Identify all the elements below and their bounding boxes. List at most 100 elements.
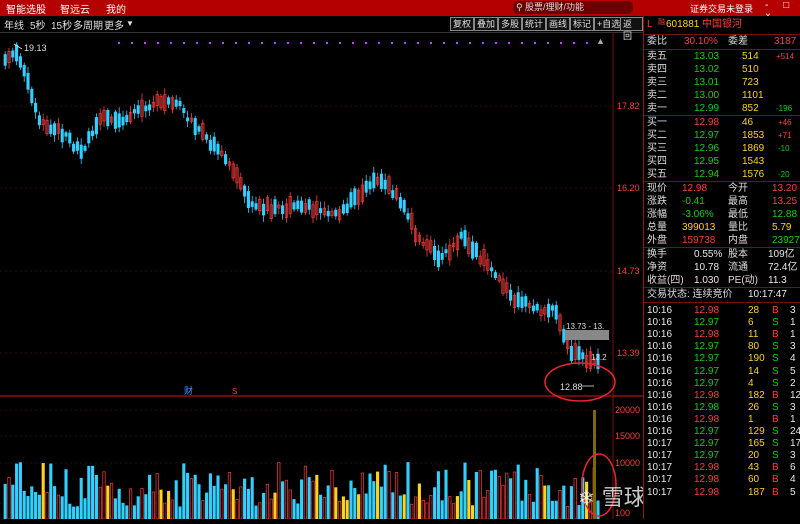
volume-bar — [569, 486, 573, 520]
quote-panel: L 融 601881 中国银河 委比 30.10% 委差 3187 卖五 13.… — [643, 16, 800, 519]
volume-bar — [53, 486, 57, 520]
financial-report-marker[interactable]: 财 — [184, 385, 193, 397]
candle — [391, 190, 395, 198]
tab-more[interactable]: 更多 — [104, 17, 124, 32]
volume-bar — [193, 474, 197, 520]
tick-row[interactable]: 10:16 12.98 28 B 3 — [644, 305, 800, 317]
tick-row[interactable]: 10:16 12.97 80 S 3 — [644, 341, 800, 353]
candle — [459, 231, 463, 239]
volume-bar — [277, 462, 281, 520]
volume-bar — [87, 465, 91, 520]
bid-level-row[interactable]: 买一 12.98 46 +46 — [644, 117, 800, 129]
ask-level-row[interactable]: 卖二 13.00 1101 — [644, 90, 800, 102]
range-box — [565, 330, 609, 340]
tick-row[interactable]: 10:17 12.98 60 B 4 — [644, 474, 800, 486]
menu-smart-stock[interactable]: 智能选股 — [6, 1, 46, 16]
ask-level-row[interactable]: 卖四 13.02 510 — [644, 64, 800, 76]
volume-bar — [550, 500, 554, 520]
tick-row[interactable]: 10:16 12.97 190 S 4 — [644, 353, 800, 365]
candle — [193, 118, 197, 136]
tab-5s[interactable]: 5秒 — [30, 17, 46, 32]
candle — [94, 117, 98, 135]
event-dot — [183, 42, 185, 44]
volume-bar — [566, 505, 570, 520]
range-label-2: 13.2 — [591, 353, 607, 362]
candle — [433, 245, 437, 260]
volume-bar — [364, 493, 368, 520]
volume-bar — [235, 498, 239, 520]
scroll-up-icon[interactable]: ▲ — [596, 36, 605, 46]
tick-row[interactable]: 10:16 12.98 26 S 3 — [644, 402, 800, 414]
search-input[interactable]: ⚲ 股票/理财/功能 — [513, 1, 633, 14]
bid-level-row[interactable]: 买二 12.97 1853 +71 — [644, 130, 800, 142]
fundamental-row[interactable]: 换手 0.55% 股本 109亿 — [644, 249, 800, 261]
tick-row[interactable]: 10:16 12.97 14 S 5 — [644, 366, 800, 378]
tick-row[interactable]: 10:16 12.98 182 B 12 — [644, 390, 800, 402]
statistics-button[interactable]: 统计 — [522, 17, 547, 31]
bid-level-row[interactable]: 买五 12.94 1576 -20 — [644, 169, 800, 181]
trade-login-status[interactable]: 证券交易未登录 — [690, 2, 753, 15]
draw-line-button[interactable]: 画线 — [546, 17, 571, 31]
volume-bar — [208, 473, 212, 520]
ask-level-row[interactable]: 卖三 13.01 723 — [644, 77, 800, 89]
tick-row[interactable]: 10:17 12.97 165 S 17 — [644, 438, 800, 450]
stat-row[interactable]: 外盘 159738 内盘 239275 — [644, 235, 800, 247]
mark-button[interactable]: 标记 — [570, 17, 595, 31]
tick-row[interactable]: 10:16 12.98 11 B 1 — [644, 329, 800, 341]
back-button[interactable]: 返回 — [620, 17, 643, 41]
tab-multi-period[interactable]: 多周期 — [73, 17, 103, 32]
volume-bar — [433, 487, 437, 520]
kline-chart-area[interactable]: 17.82 16.20 14.73 13.39 20000 15000 1000… — [0, 33, 643, 520]
tick-row[interactable]: 10:17 12.98 43 B 6 — [644, 462, 800, 474]
candle — [68, 132, 72, 144]
candle — [463, 230, 467, 247]
tab-year-line[interactable]: 年线 — [4, 17, 24, 32]
volume-bar — [37, 494, 41, 520]
menu-zhiyuan-cloud[interactable]: 智远云 — [60, 1, 90, 16]
tick-row[interactable]: 10:17 12.97 20 S 3 — [644, 450, 800, 462]
more-chevron-icon[interactable]: ▼ — [126, 19, 134, 28]
candle — [326, 210, 330, 217]
event-dot — [248, 42, 250, 44]
stat-row[interactable]: 总量 399013 量比 5.79 — [644, 222, 800, 234]
volume-axis-label: 10000 — [615, 458, 640, 468]
volume-bar — [159, 489, 163, 520]
overlay-button[interactable]: 叠加 — [474, 17, 499, 31]
multi-stock-button[interactable]: 多股 — [498, 17, 523, 31]
adjust-button[interactable]: 复权 — [450, 17, 475, 31]
tick-row[interactable]: 10:16 12.97 4 S 2 — [644, 378, 800, 390]
stat-row[interactable]: 现价 12.98 今开 13.20 — [644, 183, 800, 195]
tick-row[interactable]: 10:16 12.97 6 S 1 — [644, 317, 800, 329]
candle — [22, 64, 26, 77]
volume-bar — [72, 506, 76, 520]
bid-level-row[interactable]: 买三 12.96 1869 -10 — [644, 143, 800, 155]
ask-level-row[interactable]: 卖五 13.03 514 +514 — [644, 51, 800, 63]
candle — [205, 134, 209, 140]
kline-chart[interactable]: 17.82 16.20 14.73 13.39 20000 15000 1000… — [0, 33, 643, 520]
event-dot — [196, 42, 198, 44]
tab-15s[interactable]: 15秒 — [51, 17, 72, 32]
candle — [281, 205, 285, 214]
fundamental-row[interactable]: 收益(四) 1.030 PE(动) 11.3 — [644, 275, 800, 287]
menu-mine[interactable]: 我的 — [106, 1, 126, 16]
tick-row[interactable]: 10:16 12.98 1 B 1 — [644, 414, 800, 426]
candle — [224, 154, 228, 165]
candle — [581, 352, 585, 360]
order-ratio-row: 委比 30.10% 委差 3187 — [647, 36, 797, 47]
volume-bar — [186, 472, 190, 520]
tick-row[interactable]: 10:16 12.97 129 S 24 — [644, 426, 800, 438]
volume-bar — [265, 483, 269, 520]
stat-row[interactable]: 涨幅 -3.06% 最低 12.88 — [644, 209, 800, 221]
event-dot — [313, 42, 315, 44]
volume-bar — [512, 471, 516, 520]
stat-row[interactable]: 涨跌 -0.41 最高 13.25 — [644, 196, 800, 208]
fundamental-row[interactable]: 净资 10.78 流通 72.4亿 — [644, 262, 800, 274]
candle — [212, 136, 216, 152]
bid-level-row[interactable]: 买四 12.95 1543 — [644, 156, 800, 168]
add-watchlist-button[interactable]: +自选 — [594, 17, 624, 31]
volume-bar — [345, 500, 349, 520]
volume-bar — [353, 488, 357, 520]
sell-marker[interactable]: S — [232, 387, 237, 396]
ask-level-row[interactable]: 卖一 12.99 852 -196 — [644, 103, 800, 115]
tick-row[interactable]: 10:17 12.98 187 B 5 — [644, 487, 800, 499]
